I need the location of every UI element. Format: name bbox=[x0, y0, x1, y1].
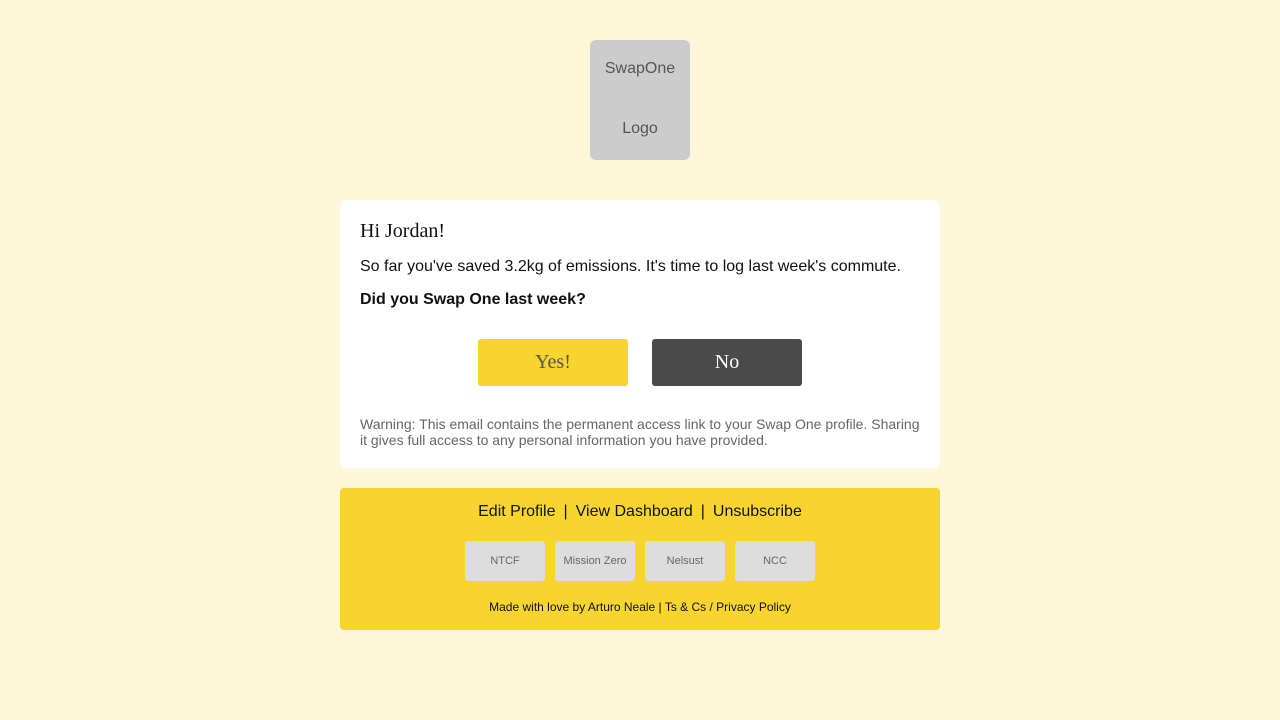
emissions-intro-text: So far you've saved 3.2kg of emissions. … bbox=[360, 258, 901, 275]
edit-profile-link[interactable]: Edit Profile bbox=[478, 503, 555, 520]
terms-privacy-link[interactable]: Ts & Cs / Privacy Policy bbox=[665, 600, 791, 614]
logo-text-line2: Logo bbox=[622, 120, 658, 137]
partner-logo-nelsust: Nelsust bbox=[645, 541, 725, 581]
partner-logo-ntcf: NTCF bbox=[465, 541, 545, 581]
logo-text-line1: SwapOne bbox=[604, 60, 676, 77]
email-card: Hi Jordan! So far you've saved 3.2kg of … bbox=[340, 200, 940, 468]
greeting-heading: Hi Jordan! bbox=[360, 220, 445, 242]
footer-credits: Made with love by Arturo Neale | Ts & Cs… bbox=[340, 600, 940, 614]
link-separator: | bbox=[700, 503, 705, 520]
link-separator: | bbox=[563, 503, 568, 520]
unsubscribe-link[interactable]: Unsubscribe bbox=[713, 503, 802, 520]
partner-logo-mission-zero: Mission Zero bbox=[555, 541, 635, 581]
swapone-logo-placeholder: SwapOne Logo bbox=[590, 40, 690, 160]
email-footer: Edit Profile | View Dashboard | Unsubscribe … bbox=[340, 488, 940, 630]
view-dashboard-link[interactable]: View Dashboard bbox=[576, 503, 693, 520]
partner-logo-ncc: NCC bbox=[735, 541, 815, 581]
swap-question: Did you Swap One last week? bbox=[360, 291, 586, 308]
warning-text: Warning: This email contains the permane… bbox=[360, 416, 920, 448]
no-button[interactable]: No bbox=[652, 339, 802, 386]
partner-logos: NTCF Mission Zero Nelsust NCC bbox=[465, 541, 815, 581]
credit-text: Made with love by Arturo Neale | bbox=[489, 600, 662, 614]
yes-button[interactable]: Yes! bbox=[478, 339, 628, 386]
footer-links: Edit Profile | View Dashboard | Unsubscribe bbox=[340, 502, 940, 521]
